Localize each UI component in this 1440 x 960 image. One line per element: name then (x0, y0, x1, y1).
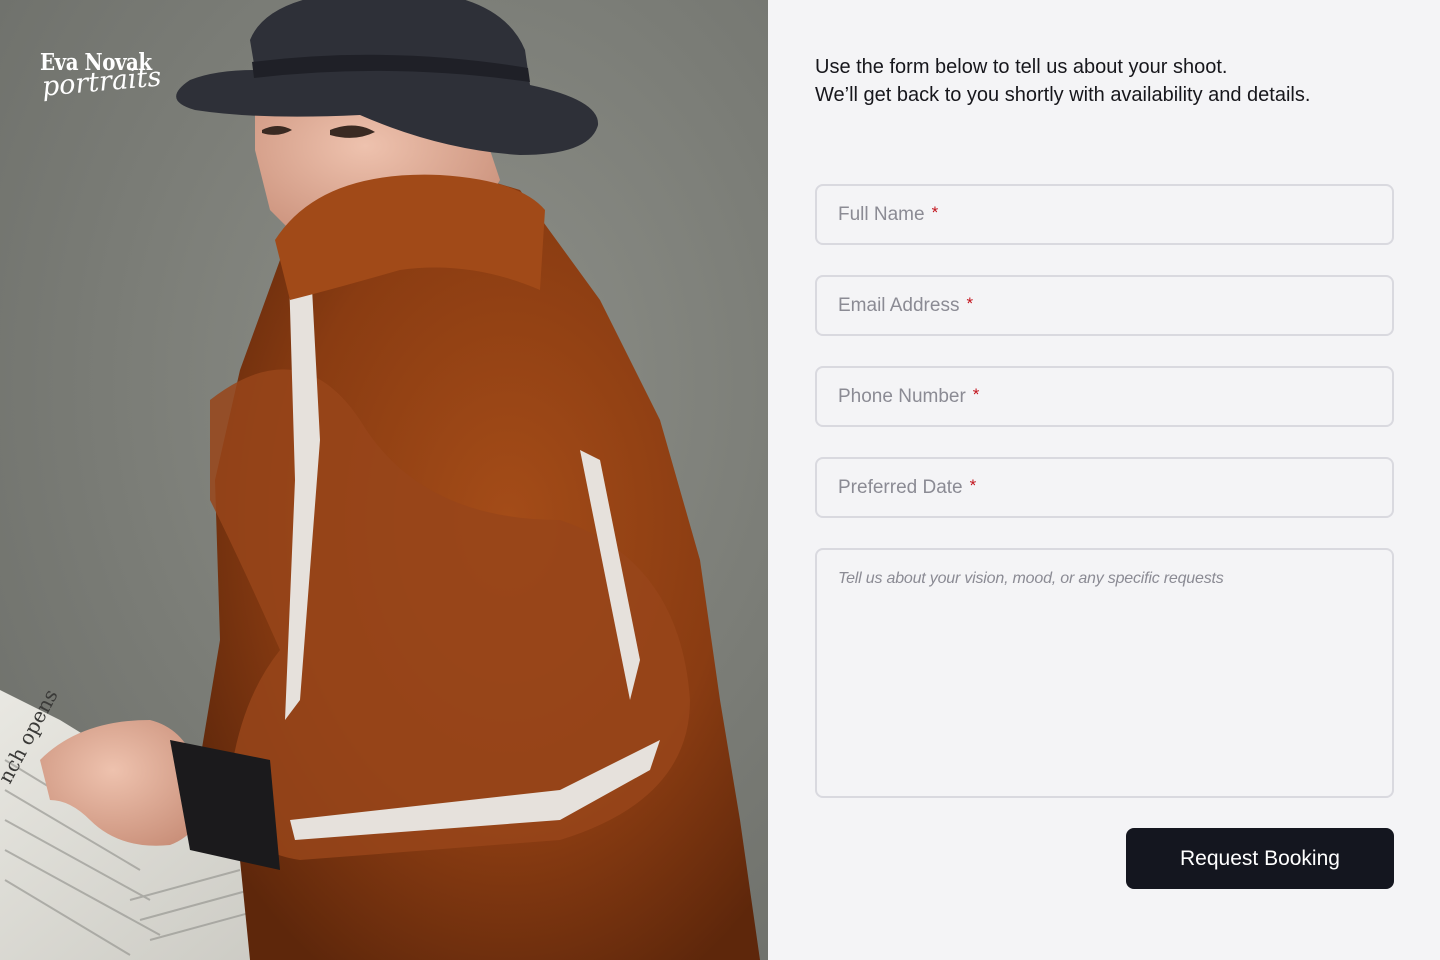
brand-tagline: portraits (40, 61, 163, 104)
full-name-field[interactable]: Full Name * (815, 184, 1394, 245)
required-asterisk: * (966, 293, 974, 313)
required-asterisk: * (972, 384, 980, 404)
portrait-illustration: nch opens (0, 0, 760, 960)
booking-form-panel: Use the form below to tell us about your… (768, 0, 1440, 960)
email-placeholder: Email Address (838, 294, 960, 316)
form-intro: Use the form below to tell us about your… (815, 53, 1415, 109)
email-field[interactable]: Email Address * (815, 275, 1394, 336)
intro-line-1: Use the form below to tell us about your… (815, 56, 1228, 78)
message-textarea[interactable]: Tell us about your vision, mood, or any … (815, 548, 1394, 798)
phone-field[interactable]: Phone Number * (815, 366, 1394, 427)
required-asterisk: * (969, 475, 977, 495)
intro-line-2: We’ll get back to you shortly with avail… (815, 84, 1311, 106)
required-asterisk: * (931, 202, 939, 222)
preferred-date-placeholder: Preferred Date (838, 476, 963, 498)
full-name-placeholder: Full Name (838, 203, 925, 225)
booking-page: nch opens Eva Novak portraits Use the fo… (0, 0, 1440, 960)
brand-logo: Eva Novak portraits (40, 50, 163, 104)
phone-placeholder: Phone Number (838, 385, 966, 407)
preferred-date-field[interactable]: Preferred Date * (815, 457, 1394, 518)
request-booking-button[interactable]: Request Booking (1126, 828, 1394, 889)
hero-photo: nch opens Eva Novak portraits (0, 0, 768, 960)
message-placeholder: Tell us about your vision, mood, or any … (838, 570, 1224, 587)
